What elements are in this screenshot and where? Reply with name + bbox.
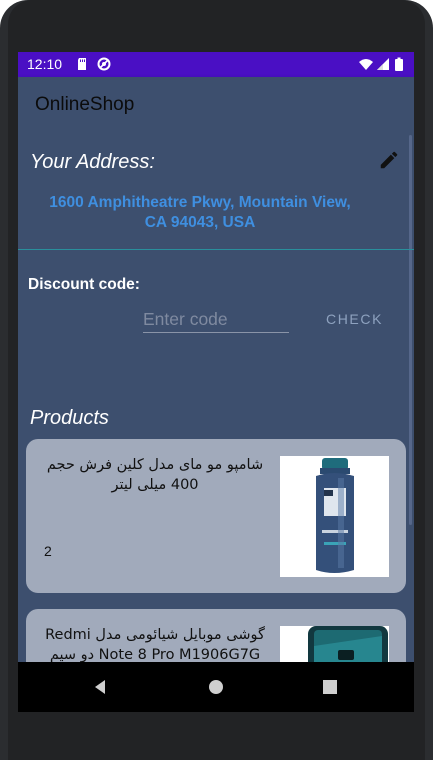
back-icon[interactable] [92, 679, 108, 695]
discount-label: Discount code: [28, 276, 140, 293]
address-line-2: CA 94043, USA [144, 214, 256, 231]
data-saver-icon [97, 57, 111, 71]
status-bar: 12:10 [18, 52, 414, 77]
edit-pencil-icon[interactable] [378, 149, 400, 171]
address-line-1: 1600 Amphitheatre Pkwy, Mountain View, [49, 194, 351, 211]
address-heading: Your Address: [30, 151, 155, 173]
product-quantity: 2 [44, 543, 52, 559]
section-divider [18, 249, 414, 250]
product-name: گوشی موبایل شیائومی مدل Redmi Note 8 Pro… [45, 627, 265, 662]
shampoo-bottle-icon [280, 456, 389, 577]
navigation-bar [18, 662, 414, 712]
recents-icon[interactable] [322, 679, 338, 695]
product-card[interactable]: گوشی موبایل شیائومی مدل Redmi Note 8 Pro… [26, 609, 406, 662]
products-heading: Products [30, 407, 109, 429]
home-icon[interactable] [208, 679, 224, 695]
main-content[interactable]: Your Address: 1600 Amphitheatre Pkwy, Mo… [18, 133, 414, 662]
wifi-icon [359, 59, 373, 70]
check-button[interactable]: CHECK [326, 311, 383, 327]
battery-icon [395, 57, 403, 71]
sd-card-icon [78, 58, 86, 70]
address-text: 1600 Amphitheatre Pkwy, Mountain View, C… [38, 193, 362, 233]
smartphone-icon [280, 626, 389, 662]
phone-screen: 12:10 OnlineShop Your Address: 1600 Amph… [18, 52, 414, 712]
product-image [280, 626, 389, 662]
device-frame: 12:10 OnlineShop Your Address: 1600 Amph… [0, 0, 433, 760]
product-image [280, 456, 389, 577]
scrollbar[interactable] [409, 135, 412, 525]
status-time: 12:10 [27, 56, 63, 72]
product-card[interactable]: شامپو مو مای مدل کلین فرش حجم 400 میلی ل… [26, 439, 406, 593]
app-bar: OnlineShop [18, 77, 414, 133]
product-name: شامپو مو مای مدل کلین فرش حجم 400 میلی ل… [46, 457, 264, 493]
discount-code-input[interactable] [143, 306, 289, 333]
app-title: OnlineShop [35, 94, 135, 115]
signal-icon [377, 58, 389, 70]
